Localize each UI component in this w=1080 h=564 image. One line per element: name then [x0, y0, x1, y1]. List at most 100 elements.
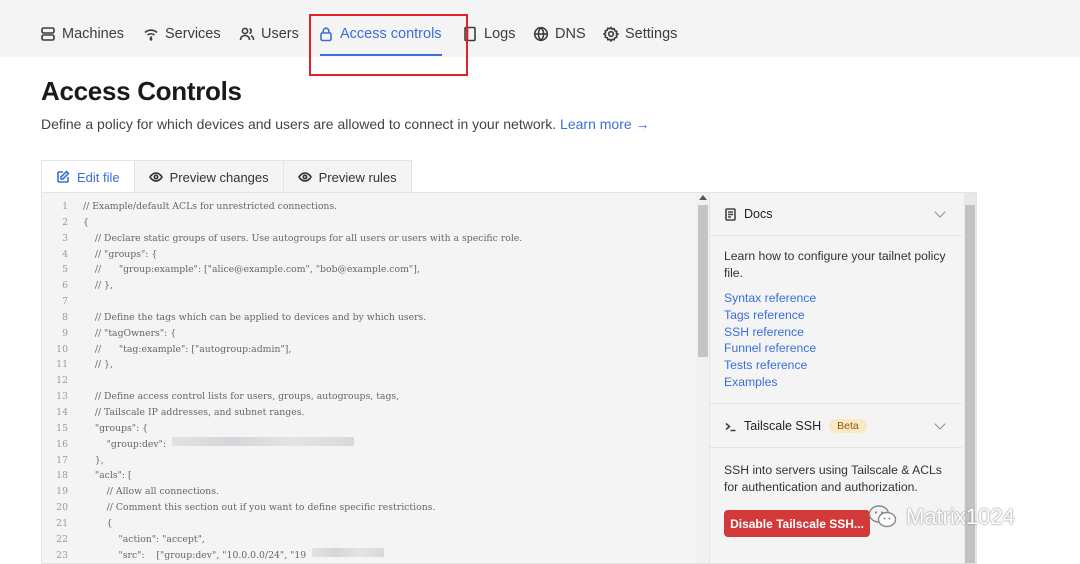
nav-item-settings[interactable]: Settings [603, 23, 677, 45]
code-line[interactable]: 22 "action": "accept", [42, 532, 696, 548]
code-text[interactable] [68, 294, 83, 310]
line-number: 8 [62, 311, 68, 323]
line-number: 22 [56, 533, 68, 545]
line-number: 7 [62, 296, 68, 308]
line-number: 16 [56, 438, 68, 450]
docs-link-syntax[interactable]: Syntax reference [724, 290, 816, 307]
code-line[interactable]: 5 // "group:example": ["alice@example.co… [42, 262, 696, 278]
code-text[interactable]: // "groups": { [68, 247, 158, 263]
tab-edit-file[interactable]: Edit file [41, 160, 135, 193]
code-text[interactable]: // "tag:example": ["autogroup:admin"], [68, 342, 292, 358]
code-text[interactable]: { [68, 215, 89, 231]
line-number: 4 [62, 248, 68, 260]
code-line[interactable]: 17 }, [42, 453, 696, 469]
code-line[interactable]: 18 "acls": [ [42, 468, 696, 484]
docs-link-ssh[interactable]: SSH reference [724, 324, 816, 341]
code-line[interactable]: 2{ [42, 215, 696, 231]
code-text[interactable]: // }, [68, 357, 113, 373]
learn-more-link[interactable]: Learn more → [560, 116, 649, 132]
line-number: 18 [56, 470, 68, 482]
code-line[interactable]: 12 [42, 373, 696, 389]
doc-icon [725, 207, 736, 221]
code-text[interactable]: // Comment this section out if you want … [68, 500, 436, 516]
scroll-up-arrow-icon[interactable] [699, 195, 707, 200]
code-text[interactable]: "groups": { [68, 421, 148, 437]
top-nav: Machines Services Users Access controls … [0, 0, 1080, 57]
tab-preview-changes[interactable]: Preview changes [133, 160, 284, 193]
code-line[interactable]: 16 "group:dev": [42, 436, 696, 453]
docs-link-examples[interactable]: Examples [724, 374, 816, 391]
docs-link-tags[interactable]: Tags reference [724, 307, 816, 324]
docs-links: Syntax reference Tags reference SSH refe… [724, 290, 816, 391]
docs-link-funnel[interactable]: Funnel reference [724, 340, 816, 357]
nav-item-label: Settings [625, 26, 678, 42]
code-line[interactable]: 23 "src": ["group:dev", "10.0.0.0/24", "… [42, 547, 696, 563]
code-text[interactable]: "action": "accept", [68, 532, 204, 548]
code-text[interactable]: // "group:example": ["alice@example.com"… [68, 262, 420, 278]
ssh-section-header[interactable]: Tailscale SSH Beta [710, 405, 962, 447]
nav-item-dns[interactable]: DNS [533, 23, 586, 45]
docs-link-tests[interactable]: Tests reference [724, 357, 816, 374]
ssh-title: Tailscale SSH [744, 419, 822, 433]
chevron-down-icon[interactable] [934, 206, 946, 218]
line-number: 11 [56, 359, 68, 371]
code-text[interactable]: // Declare static groups of users. Use a… [68, 231, 522, 247]
redacted-value [172, 436, 355, 446]
code-line[interactable]: 7 [42, 294, 696, 310]
code-text[interactable]: }, [68, 453, 104, 469]
nav-item-label: Machines [62, 26, 125, 42]
code-text[interactable]: { [68, 516, 113, 532]
line-number: 14 [56, 406, 68, 418]
nav-item-services[interactable]: Services [143, 23, 221, 45]
code-text[interactable]: // Define access control lists for users… [68, 389, 399, 405]
nav-item-users[interactable]: Users [239, 23, 299, 45]
nav-item-machines[interactable]: Machines [40, 23, 124, 45]
code-line[interactable]: 21 { [42, 516, 696, 532]
code-text[interactable]: // Tailscale IP addresses, and subnet ra… [68, 405, 305, 421]
divider [710, 403, 962, 404]
code-line[interactable]: 11 // }, [42, 357, 696, 373]
eye-icon [148, 172, 163, 182]
disable-ssh-button[interactable]: Disable Tailscale SSH... [724, 510, 870, 537]
line-number: 21 [56, 517, 68, 529]
redacted-value [312, 547, 385, 557]
code-line[interactable]: 3 // Declare static groups of users. Use… [42, 231, 696, 247]
code-line[interactable]: 6 // }, [42, 278, 696, 294]
code-line[interactable]: 4 // "groups": { [42, 247, 696, 263]
code-line[interactable]: 1// Example/default ACLs for unrestricte… [42, 199, 696, 215]
line-number: 15 [56, 422, 68, 434]
code-line[interactable]: 14 // Tailscale IP addresses, and subnet… [42, 405, 696, 421]
code-text[interactable]: // "tagOwners": { [68, 326, 176, 342]
tab-preview-rules[interactable]: Preview rules [282, 160, 412, 193]
code-line[interactable]: 20 // Comment this section out if you wa… [42, 500, 696, 516]
code-text[interactable]: "acls": [ [68, 468, 132, 484]
code-text[interactable]: "src": ["group:dev", "10.0.0.0/24", "19 [68, 548, 306, 563]
line-number: 20 [56, 502, 68, 514]
wechat-icon [868, 505, 897, 528]
line-number: 1 [62, 201, 68, 212]
wifi-icon [144, 29, 158, 41]
docs-section-header[interactable]: Docs [710, 193, 962, 235]
code-text[interactable]: // Allow all connections. [68, 484, 219, 500]
code-line[interactable]: 19 // Allow all connections. [42, 484, 696, 500]
code-line[interactable]: 9 // "tagOwners": { [42, 326, 696, 342]
code-line[interactable]: 10 // "tag:example": ["autogroup:admin"]… [42, 342, 696, 358]
chevron-down-icon[interactable] [934, 418, 946, 430]
code-lines[interactable]: 1// Example/default ACLs for unrestricte… [42, 199, 696, 563]
editor-scrollbar-thumb[interactable] [698, 205, 708, 357]
editor-scrollbar[interactable] [696, 193, 709, 563]
policy-editor[interactable]: 1// Example/default ACLs for unrestricte… [41, 192, 709, 564]
code-text[interactable]: // Example/default ACLs for unrestricted… [68, 199, 337, 215]
code-text[interactable]: // Define the tags which can be applied … [68, 310, 426, 326]
code-line[interactable]: 13 // Define access control lists for us… [42, 389, 696, 405]
code-text[interactable]: // }, [68, 278, 113, 294]
nav-item-label: Services [165, 26, 221, 42]
line-number: 13 [56, 391, 68, 403]
code-text[interactable] [68, 373, 83, 389]
nav-item-logs[interactable]: Logs [462, 23, 515, 45]
page-title: Access Controls [41, 76, 242, 106]
code-line[interactable]: 15 "groups": { [42, 421, 696, 437]
code-line[interactable]: 8 // Define the tags which can be applie… [42, 310, 696, 326]
editor-tabs: Edit file Preview changes Preview rules [41, 160, 412, 193]
code-text[interactable]: "group:dev": [68, 437, 166, 453]
